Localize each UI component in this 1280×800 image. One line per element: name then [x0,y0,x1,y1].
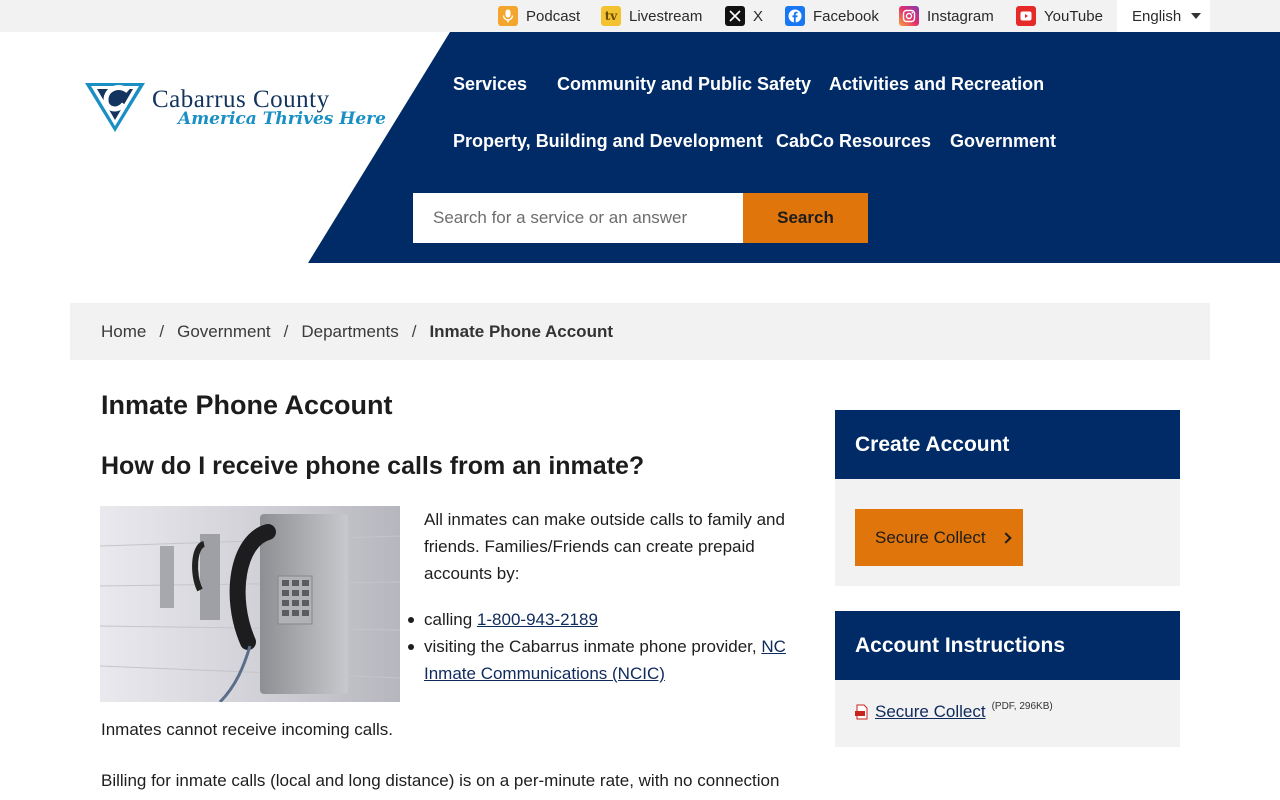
county-logo[interactable]: Cabarrus County America Thrives Here [84,80,386,136]
secure-collect-button[interactable]: Secure Collect [855,509,1023,566]
search-button[interactable]: Search [743,193,868,243]
bullet-text: calling [424,610,473,629]
pdf-icon [855,704,869,720]
podcast-label: Podcast [526,7,581,25]
breadcrumb-home[interactable]: Home [101,322,146,342]
breadcrumb-departments[interactable]: Departments [301,322,398,342]
logo-tagline: America Thrives Here [178,109,386,129]
x-link[interactable]: X [725,0,763,32]
search-input[interactable] [413,193,743,243]
incoming-calls-text: Inmates cannot receive incoming calls. [101,720,393,739]
list-item: visiting the Cabarrus inmate phone provi… [408,633,799,687]
nav-item-services[interactable]: Services [453,74,527,95]
intro-text: All inmates can make outside calls to fa… [424,510,785,583]
livestream-label: Livestream [629,7,703,25]
youtube-icon [1016,6,1036,26]
podcast-link[interactable]: Podcast [498,0,580,32]
breadcrumb-separator: / [411,321,417,341]
logo-emblem-icon [85,83,145,132]
nav-item-cabco-resources[interactable]: CabCo Resources [776,131,931,152]
chevron-right-icon [999,531,1012,544]
breadcrumb-government[interactable]: Government [177,322,271,342]
page-title: Inmate Phone Account [101,390,393,420]
youtube-label: YouTube [1044,7,1103,25]
account-instructions-heading: Account Instructions [835,611,1180,680]
account-options-list: calling 1-800-943-2189 visiting the Caba… [408,606,799,687]
nav-item-property-building-development[interactable]: Property, Building and Development [453,131,763,152]
facebook-link[interactable]: Facebook [785,0,879,32]
language-value: English [1132,7,1182,25]
secure-collect-label: Secure Collect [875,527,986,547]
billing-text: Billing for inmate calls (local and long… [101,771,780,790]
x-icon [725,6,745,26]
breadcrumb-current: Inmate Phone Account [429,321,613,341]
x-label: X [753,7,764,25]
livestream-link[interactable]: tv Livestream [601,0,702,32]
youtube-link[interactable]: YouTube [1016,0,1103,32]
livestream-icon: tv [601,6,621,26]
language-select[interactable]: English [1117,0,1210,32]
list-item: calling 1-800-943-2189 [408,606,799,633]
nav-item-activities-recreation[interactable]: Activities and Recreation [829,74,1044,95]
utility-bar: Podcast tv Livestream X Facebook Instagr… [0,0,1280,32]
document-link-row: Secure Collect (PDF, 296KB) [855,700,1053,722]
facebook-icon [785,6,805,26]
facebook-label: Facebook [813,7,879,25]
phone-number-link[interactable]: 1-800-943-2189 [477,610,598,629]
section-heading: How do I receive phone calls from an inm… [101,452,645,480]
breadcrumb-separator: / [283,321,289,341]
payphone-photo [100,506,400,702]
document-meta: (PDF, 296KB) [991,700,1053,712]
breadcrumb: Home / Government / Departments / Inmate… [70,303,1210,360]
instagram-icon [899,6,919,26]
chevron-down-icon [1191,13,1202,19]
bullet-text: visiting the Cabarrus inmate phone provi… [424,637,757,656]
nav-item-government[interactable]: Government [950,131,1056,152]
instagram-link[interactable]: Instagram [899,0,994,32]
create-account-heading: Create Account [835,410,1180,479]
secure-collect-pdf-link[interactable]: Secure Collect [875,702,986,722]
instagram-label: Instagram [927,7,994,25]
breadcrumb-separator: / [159,321,165,341]
podcast-icon [498,6,518,26]
nav-item-community-public-safety[interactable]: Community and Public Safety [557,74,811,95]
